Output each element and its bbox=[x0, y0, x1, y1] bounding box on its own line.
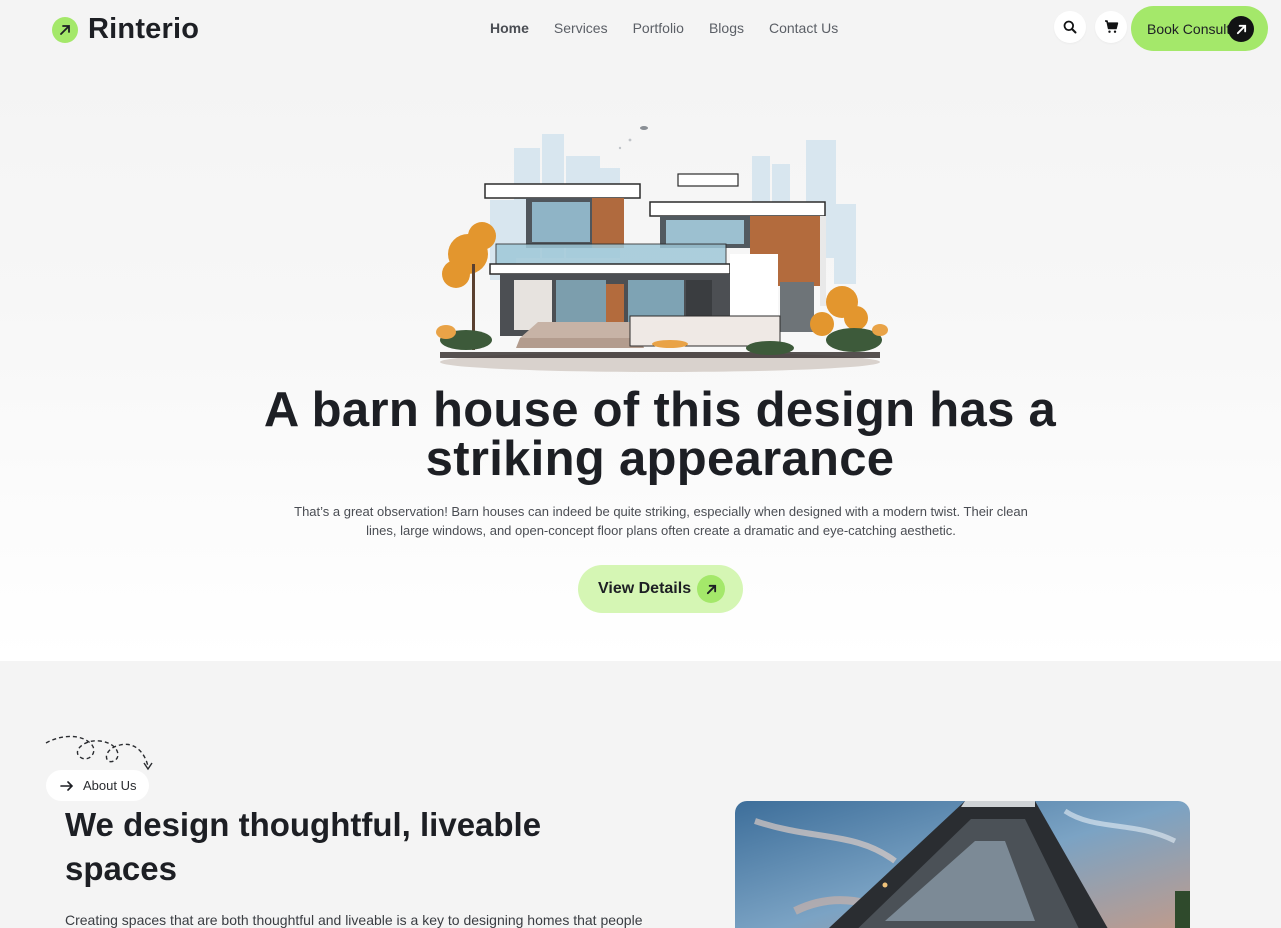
hero-section: A barn house of this design has a striki… bbox=[0, 60, 1281, 661]
main-nav: Home Services Portfolio Blogs Contact Us bbox=[490, 20, 863, 36]
arrow-up-right-icon bbox=[1228, 16, 1254, 42]
house-illustration bbox=[436, 126, 888, 372]
about-us-badge: About Us bbox=[46, 770, 149, 801]
building-photo bbox=[735, 801, 1190, 928]
search-button[interactable] bbox=[1054, 11, 1086, 43]
nav-item-contact[interactable]: Contact Us bbox=[769, 20, 838, 36]
nav-item-services[interactable]: Services bbox=[554, 20, 608, 36]
view-details-label: View Details bbox=[598, 580, 692, 597]
logo-text: Rinterio bbox=[88, 13, 200, 45]
about-us-label: About Us bbox=[83, 778, 137, 793]
nav-item-home[interactable]: Home bbox=[490, 20, 529, 36]
logo[interactable]: Rinterio bbox=[52, 13, 199, 46]
hero-description: That’s a great observation! Barn houses … bbox=[294, 504, 1028, 538]
about-title: We design thoughtful, liveable spaces bbox=[65, 806, 542, 887]
search-icon bbox=[1063, 20, 1077, 34]
cart-button[interactable] bbox=[1095, 11, 1127, 43]
book-consult-label: Book Consult bbox=[1147, 20, 1231, 37]
view-details-button[interactable]: View Details bbox=[578, 565, 743, 613]
hero-title: A barn house of this design has a striki… bbox=[263, 383, 1057, 486]
arrow-up-right-icon bbox=[697, 575, 725, 603]
site-header: Rinterio Home Services Portfolio Blogs C… bbox=[0, 0, 1281, 60]
about-text: Creating spaces that are both thoughtful… bbox=[65, 912, 643, 928]
dashed-squiggle-decoration bbox=[45, 735, 153, 771]
nav-item-blogs[interactable]: Blogs bbox=[709, 20, 744, 36]
nav-item-portfolio[interactable]: Portfolio bbox=[633, 20, 684, 36]
book-consult-button[interactable]: Book Consult bbox=[1131, 6, 1268, 51]
arrow-up-right-icon bbox=[52, 16, 78, 43]
cart-icon bbox=[1104, 20, 1118, 33]
arrow-right-icon bbox=[60, 780, 74, 791]
about-section: About Us We design thoughtful, liveable … bbox=[0, 661, 1281, 928]
